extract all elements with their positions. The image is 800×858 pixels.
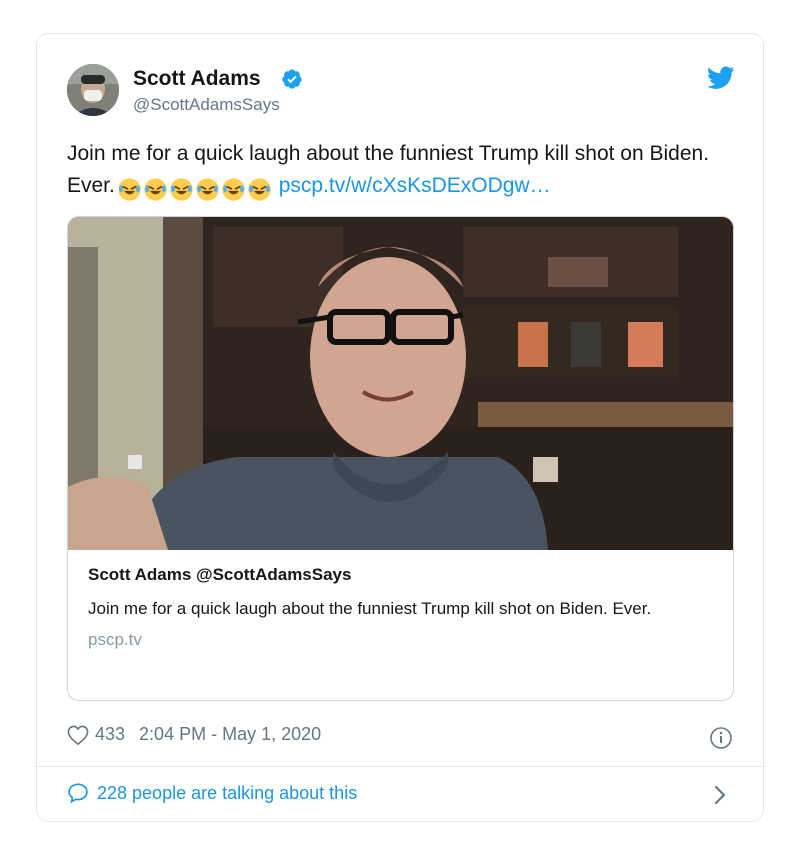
- preview-text: Scott Adams @ScottAdamsSays Join me for …: [88, 565, 708, 650]
- tweet-meta: 433 2:04 PM - May 1, 2020: [67, 724, 321, 745]
- rofl-emoji-icon: [196, 178, 219, 201]
- preview-title[interactable]: Scott Adams @ScottAdamsSays: [88, 565, 708, 585]
- rofl-emoji-icon: [222, 178, 245, 201]
- avatar[interactable]: [67, 64, 119, 116]
- twitter-bird-icon[interactable]: [707, 66, 735, 95]
- emoji-row: [117, 173, 273, 205]
- author-handle[interactable]: @ScottAdamsSays: [133, 95, 280, 115]
- tweet-link[interactable]: pscp.tv/w/cXsKsDExODgw…: [279, 174, 551, 197]
- author-name[interactable]: Scott Adams: [133, 67, 261, 91]
- rofl-emoji-icon: [118, 178, 141, 201]
- verified-badge-icon: [281, 68, 303, 95]
- info-icon[interactable]: [709, 726, 733, 755]
- conversation-link[interactable]: 228 people are talking about this: [67, 782, 357, 804]
- chevron-right-icon[interactable]: [713, 784, 727, 811]
- rofl-emoji-icon: [170, 178, 193, 201]
- like-count[interactable]: 433: [95, 724, 125, 745]
- speech-bubble-icon: [68, 783, 88, 804]
- preview-domain: pscp.tv: [88, 630, 142, 649]
- divider: [37, 766, 763, 767]
- tweet-text: Join me for a quick laugh about the funn…: [67, 138, 737, 205]
- rofl-emoji-icon: [248, 178, 271, 201]
- video-thumbnail[interactable]: [68, 217, 734, 550]
- timestamp[interactable]: 2:04 PM - May 1, 2020: [139, 724, 321, 745]
- tweet-card: Scott Adams @ScottAdamsSays Join me for …: [36, 33, 764, 822]
- link-preview-card[interactable]: Scott Adams @ScottAdamsSays Join me for …: [67, 216, 734, 701]
- preview-description: Join me for a quick laugh about the funn…: [88, 599, 652, 618]
- talking-count[interactable]: 228 people are talking about this: [97, 783, 357, 804]
- rofl-emoji-icon: [144, 178, 167, 201]
- heart-icon[interactable]: [67, 725, 89, 745]
